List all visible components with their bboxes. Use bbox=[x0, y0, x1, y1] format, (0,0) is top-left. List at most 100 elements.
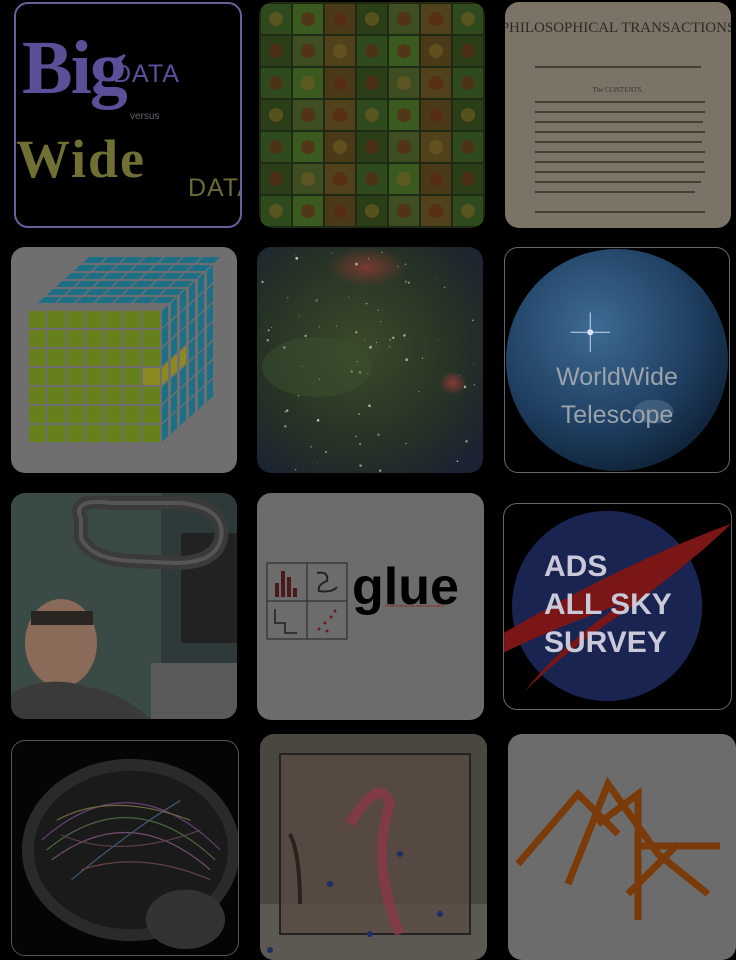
cell-spot bbox=[397, 76, 411, 90]
cube-front-cell bbox=[67, 311, 84, 328]
star bbox=[359, 443, 362, 446]
star bbox=[397, 265, 399, 268]
star bbox=[266, 339, 269, 342]
cell-spot bbox=[269, 76, 283, 90]
cube-front-cell bbox=[29, 368, 46, 385]
ads-line2: ALL SKY bbox=[544, 588, 672, 621]
star bbox=[379, 469, 382, 472]
star bbox=[267, 329, 270, 332]
3d-model-photo bbox=[260, 734, 487, 960]
cube-front-cell bbox=[86, 330, 103, 347]
star bbox=[465, 440, 468, 443]
cube-front-cell bbox=[124, 368, 141, 385]
logo-mark-image bbox=[515, 776, 720, 920]
tile-3d-printed-model[interactable] bbox=[260, 734, 487, 960]
star bbox=[324, 451, 328, 454]
star bbox=[458, 375, 460, 376]
cell-spot bbox=[333, 108, 347, 122]
cell-spot bbox=[333, 12, 347, 26]
star bbox=[350, 370, 353, 373]
cell-spot bbox=[365, 140, 379, 154]
glue-title: glue bbox=[352, 558, 459, 616]
star bbox=[404, 263, 407, 266]
galaxy-image bbox=[257, 247, 483, 473]
wwt-line2: Telescope bbox=[560, 401, 674, 429]
star bbox=[473, 383, 476, 386]
tile-philosophical-transactions[interactable]: PHILOSOPHICAL TRANSACTIONS The CONTENTS. bbox=[505, 2, 731, 228]
cell-spot bbox=[269, 12, 283, 26]
cube-front-cell bbox=[124, 387, 141, 404]
star bbox=[405, 358, 408, 362]
cube-front-cell bbox=[48, 425, 65, 442]
cell-spot bbox=[333, 76, 347, 90]
star bbox=[443, 286, 446, 289]
tile-ads-all-sky-survey[interactable]: ADS ALL SKY SURVEY bbox=[503, 503, 732, 710]
journal-page-image: PHILOSOPHICAL TRANSACTIONS The CONTENTS. bbox=[505, 2, 731, 228]
star bbox=[261, 280, 264, 284]
tile-worldwide-telescope[interactable]: WorldWide Telescope bbox=[504, 247, 730, 473]
cube-front-cell bbox=[29, 349, 46, 366]
cube-front-cell bbox=[105, 425, 122, 442]
tile-big-data-wide-data[interactable]: Big DATA versus Wide DATA bbox=[14, 2, 242, 228]
cube-front-cell bbox=[105, 368, 122, 385]
star bbox=[377, 433, 380, 437]
star bbox=[294, 468, 297, 471]
cell-spot bbox=[461, 76, 475, 90]
tile-linked-data-portrait[interactable] bbox=[11, 493, 237, 719]
portrait-image bbox=[11, 493, 237, 719]
tile-data-cube[interactable] bbox=[11, 247, 237, 473]
cell-spot bbox=[397, 108, 411, 122]
data-cube-image bbox=[11, 247, 237, 473]
star bbox=[355, 331, 358, 334]
cell-spot bbox=[461, 108, 475, 122]
star bbox=[365, 302, 368, 305]
cell-spot bbox=[301, 108, 315, 122]
star bbox=[456, 460, 459, 463]
star bbox=[437, 339, 439, 341]
star bbox=[355, 262, 358, 266]
cell-spot bbox=[429, 12, 443, 26]
star bbox=[405, 442, 407, 445]
cell-spot bbox=[333, 44, 347, 58]
cell-spot bbox=[365, 108, 379, 122]
star bbox=[316, 418, 320, 422]
tile-brain-tractography[interactable] bbox=[11, 740, 239, 956]
cell-spot bbox=[301, 140, 315, 154]
cell-spot bbox=[397, 204, 411, 218]
star bbox=[473, 362, 475, 364]
star bbox=[377, 309, 380, 311]
cell-spot bbox=[301, 76, 315, 90]
star bbox=[356, 360, 358, 362]
tile-glue[interactable]: glue multidimensional data exploration bbox=[257, 493, 484, 720]
big-label: Big bbox=[22, 26, 128, 110]
cube-front-cell bbox=[67, 330, 84, 347]
cell-spot bbox=[429, 140, 443, 154]
tile-galaxy-nebula[interactable] bbox=[257, 247, 483, 473]
star bbox=[367, 258, 370, 260]
cube-front-cell bbox=[105, 406, 122, 423]
star bbox=[336, 325, 337, 327]
cube-front-cell bbox=[143, 387, 160, 404]
star bbox=[380, 321, 382, 323]
star bbox=[283, 424, 287, 428]
star bbox=[359, 464, 362, 467]
star bbox=[315, 299, 318, 302]
cube-front-cell bbox=[105, 311, 122, 328]
tile-microscopy-grid[interactable] bbox=[259, 2, 485, 228]
tile-logo-mark[interactable] bbox=[508, 734, 736, 960]
ads-line1: ADS bbox=[544, 550, 608, 583]
cube-front-cell bbox=[143, 425, 160, 442]
star bbox=[301, 365, 303, 368]
cube-front-cell bbox=[86, 349, 103, 366]
star bbox=[375, 341, 377, 343]
cube-front-cell bbox=[143, 349, 160, 366]
star bbox=[367, 373, 369, 375]
star bbox=[358, 413, 360, 415]
cell-spot bbox=[461, 140, 475, 154]
star bbox=[421, 357, 424, 359]
cube-front-cell bbox=[143, 330, 160, 347]
cube-front-cell bbox=[29, 330, 46, 347]
star bbox=[368, 404, 371, 408]
cell-spot bbox=[397, 44, 411, 58]
star bbox=[403, 334, 406, 337]
